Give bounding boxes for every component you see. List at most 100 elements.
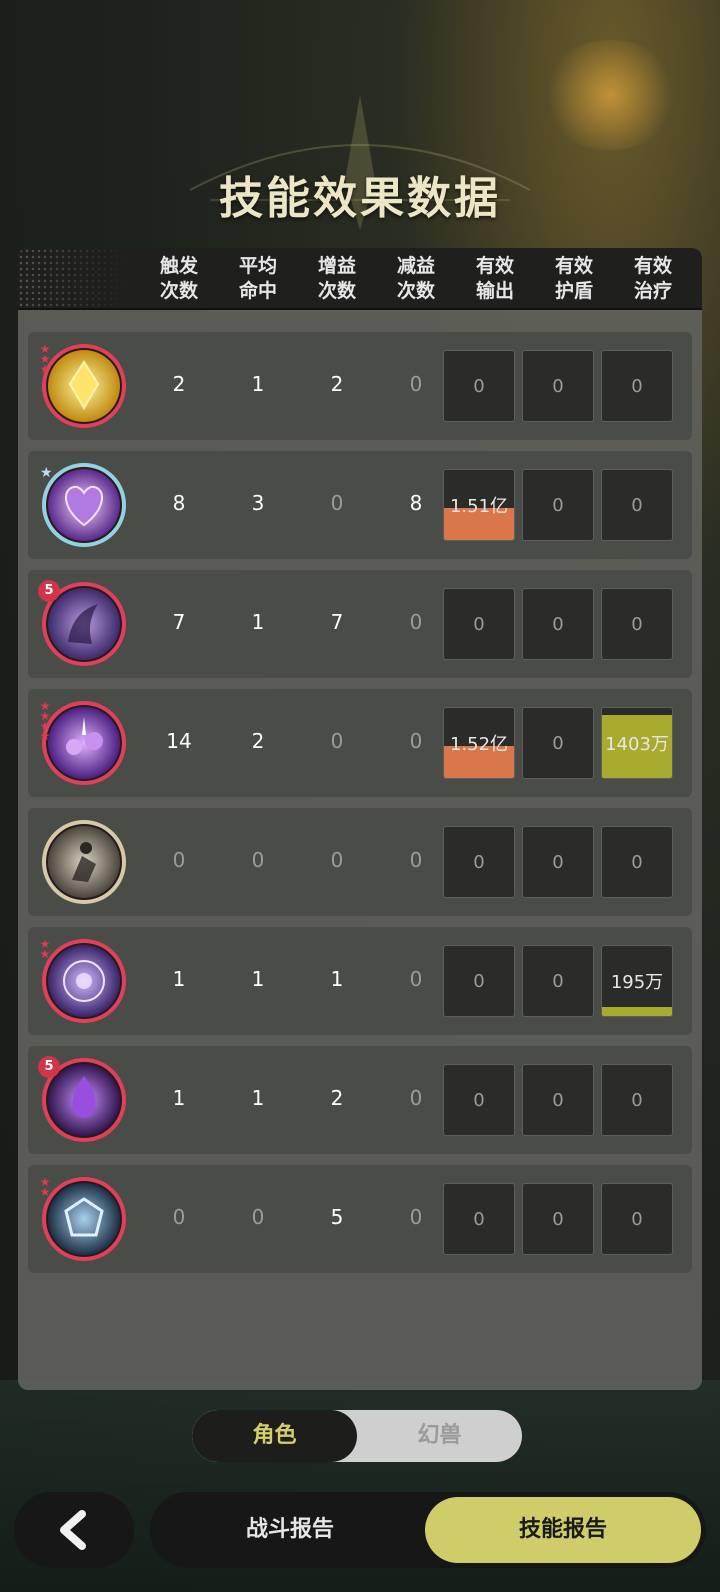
back-button[interactable]	[14, 1492, 134, 1568]
trigger-count-value: 0	[172, 848, 186, 872]
trigger-count-value: 8	[172, 491, 186, 515]
effective-output-value: 0	[473, 375, 485, 397]
effective-heal-box: 1403万	[601, 707, 673, 779]
effective-shield-box: 0	[522, 1064, 594, 1136]
buff-count-value: 0	[330, 729, 344, 753]
effective-shield-box: 0	[522, 350, 594, 422]
effective-output-box: 0	[443, 350, 515, 422]
effective-shield-value: 0	[552, 851, 564, 873]
header-pattern	[18, 248, 128, 310]
effective-shield-value: 0	[552, 494, 564, 516]
effective-output-box: 0	[443, 588, 515, 660]
avg-hit-value: 1	[251, 967, 265, 991]
skill-data-panel: 触发 次数 平均 命中 增益 次数 减益 次数 有效 输出 有效 护盾 有效 治…	[18, 248, 702, 1390]
effective-heal-value: 0	[631, 375, 643, 397]
effective-heal-value: 1403万	[605, 734, 669, 755]
effective-heal-value: 195万	[610, 972, 664, 993]
buff-count-value: 2	[330, 372, 344, 396]
trigger-count-value: 14	[166, 729, 192, 753]
effective-output-value: 0	[473, 970, 485, 992]
effective-heal-value: 0	[631, 851, 643, 873]
effective-heal-value: 0	[631, 1208, 643, 1230]
avg-hit-value: 1	[251, 1086, 265, 1110]
debuff-count-value: 0	[409, 967, 423, 991]
avg-hit-value: 2	[251, 729, 265, 753]
table-row: ★ ★ 1 1 1 0 0 0 195万	[28, 927, 692, 1035]
golden-crystal-icon[interactable]	[42, 344, 126, 428]
effective-output-value: 1.52亿	[449, 734, 509, 755]
debuff-count-value: 8	[409, 491, 423, 515]
effective-shield-box: 0	[522, 469, 594, 541]
debuff-count-value: 0	[409, 1205, 423, 1229]
effective-output-box: 0	[443, 1183, 515, 1255]
effective-heal-box: 0	[601, 826, 673, 898]
effective-heal-box: 0	[601, 588, 673, 660]
debuff-count-value: 0	[409, 1086, 423, 1110]
tab-skill-report[interactable]: 技能报告	[425, 1497, 701, 1563]
effective-shield-value: 0	[552, 1208, 564, 1230]
purple-roses-icon[interactable]	[42, 701, 126, 785]
chevron-left-icon	[60, 1510, 86, 1550]
effective-shield-value: 0	[552, 732, 564, 754]
header-effective-output: 有效 输出	[475, 255, 514, 302]
silver-figure-icon[interactable]	[42, 820, 126, 904]
table-row: 5 1 1 2 0 0 0 0	[28, 1046, 692, 1154]
header-effective-shield: 有效 护盾	[554, 255, 593, 302]
debuff-count-value: 0	[409, 848, 423, 872]
avg-hit-value: 1	[251, 372, 265, 396]
effective-shield-value: 0	[552, 970, 564, 992]
header-effective-heal: 有效 治疗	[633, 255, 672, 302]
role-toggle[interactable]: 角色 幻兽	[192, 1410, 522, 1462]
debuff-count-value: 0	[409, 372, 423, 396]
buff-count-value: 2	[330, 1086, 344, 1110]
effective-heal-box: 0	[601, 1064, 673, 1136]
level-badge: 5	[38, 1056, 60, 1078]
tab-battle-report[interactable]: 战斗报告	[150, 1492, 430, 1568]
toggle-beast[interactable]: 幻兽	[357, 1410, 522, 1462]
effective-output-value: 0	[473, 1089, 485, 1111]
avg-hit-value: 0	[251, 1205, 265, 1229]
star-icon: ★	[40, 465, 53, 481]
debuff-count-value: 0	[409, 610, 423, 634]
avg-hit-value: 1	[251, 610, 265, 634]
buff-count-value: 7	[330, 610, 344, 634]
effective-shield-value: 0	[552, 613, 564, 635]
page-title: 技能效果数据	[219, 173, 501, 224]
table-row: ★ 8 3 0 8 1.51亿 0 0	[28, 451, 692, 559]
buff-count-value: 0	[330, 848, 344, 872]
table-row: ★ ★ 0 0 5 0 0 0 0	[28, 1165, 692, 1273]
effective-output-box: 1.51亿	[443, 469, 515, 541]
buff-count-value: 5	[330, 1205, 344, 1229]
effective-heal-box: 195万	[601, 945, 673, 1017]
effective-output-value: 0	[473, 851, 485, 873]
buff-count-value: 0	[330, 491, 344, 515]
effective-output-box: 1.52亿	[443, 707, 515, 779]
purple-heart-icon[interactable]	[42, 463, 126, 547]
effective-shield-box: 0	[522, 1183, 594, 1255]
table-row: 0 0 0 0 0 0 0	[28, 808, 692, 916]
effective-heal-value: 0	[631, 494, 643, 516]
effective-heal-value: 0	[631, 1089, 643, 1111]
effective-output-value: 0	[473, 613, 485, 635]
table-row: ★ ★ ★ ★ 14 2 0 0 1.52亿 0 1403万	[28, 689, 692, 797]
trigger-count-value: 7	[172, 610, 186, 634]
effective-output-box: 0	[443, 826, 515, 898]
effective-output-box: 0	[443, 1064, 515, 1136]
effective-heal-value: 0	[631, 613, 643, 635]
effective-output-value: 1.51亿	[449, 496, 509, 517]
debuff-count-value: 0	[409, 729, 423, 753]
effective-output-box: 0	[443, 945, 515, 1017]
header-trigger-count: 触发 次数	[159, 255, 198, 302]
table-header: 触发 次数 平均 命中 增益 次数 减益 次数 有效 输出 有效 护盾 有效 治…	[18, 248, 702, 310]
buff-count-value: 1	[330, 967, 344, 991]
effective-heal-box: 0	[601, 469, 673, 541]
violet-orb-icon[interactable]	[42, 939, 126, 1023]
toggle-character[interactable]: 角色	[192, 1410, 357, 1462]
header-avg-hit: 平均 命中	[238, 255, 277, 302]
blue-crest-icon[interactable]	[42, 1177, 126, 1261]
avg-hit-value: 0	[251, 848, 265, 872]
effective-shield-box: 0	[522, 945, 594, 1017]
header-buff-count: 增益 次数	[317, 255, 356, 302]
background-glow	[540, 40, 680, 150]
avg-hit-value: 3	[251, 491, 265, 515]
